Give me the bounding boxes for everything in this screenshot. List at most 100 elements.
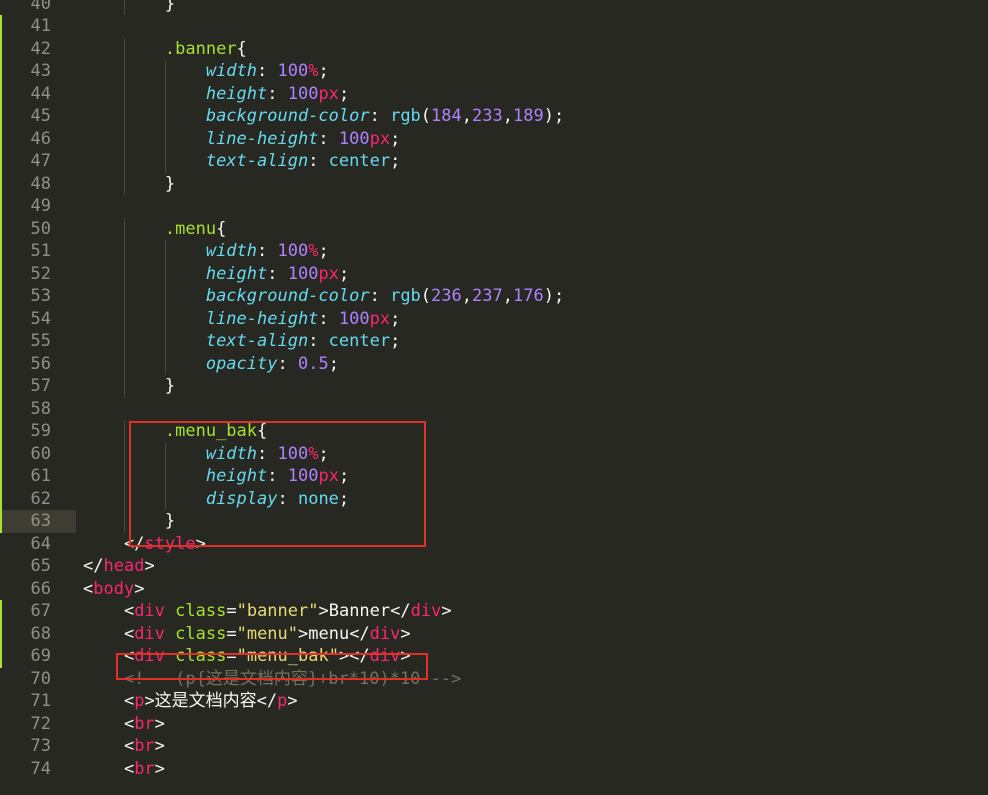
line-gutter: 74 — [0, 757, 76, 780]
line-number: 55 — [30, 331, 51, 351]
line-code: line-height: 100px; — [205, 128, 401, 149]
line-gutter: 52 — [0, 262, 76, 285]
line-number: 62 — [30, 488, 51, 509]
line-code: } — [83, 376, 176, 396]
line-number: 40 — [30, 0, 51, 14]
code-line[interactable]: 48 } — [0, 172, 988, 195]
code-line[interactable]: 52 height: 100px; — [0, 262, 988, 285]
code-line[interactable]: 50 .menu{ — [0, 217, 988, 240]
line-number: 68 — [30, 623, 51, 644]
highlight-box-menu-bak-rule — [129, 421, 426, 547]
code-line[interactable]: 73 <br> — [0, 735, 988, 758]
line-number: 49 — [30, 196, 51, 216]
line-code: opacity: 0.5; — [205, 353, 339, 374]
code-line[interactable]: 58 — [0, 397, 988, 420]
line-gutter: 42 — [0, 37, 76, 60]
line-gutter: 51 — [0, 240, 76, 263]
line-code: } — [83, 0, 176, 14]
code-line[interactable]: 72 <br> — [0, 712, 988, 735]
line-gutter: 48 — [0, 172, 76, 195]
line-code: height: 100px; — [205, 263, 350, 284]
line-gutter: 63 — [0, 510, 76, 533]
line-gutter: 54 — [0, 307, 76, 330]
line-code: <div class="menu">menu</div> — [83, 623, 411, 644]
line-gutter: 53 — [0, 285, 76, 308]
line-code: text-align: center; — [205, 151, 401, 171]
line-number: 67 — [30, 601, 51, 621]
line-number: 73 — [30, 736, 51, 756]
code-line[interactable]: 55 text-align: center; — [0, 330, 988, 353]
code-line[interactable]: 54 line-height: 100px; — [0, 307, 988, 330]
line-code: </head> — [83, 556, 155, 576]
line-gutter: 70 — [0, 667, 76, 690]
line-code: .menu{ — [164, 218, 227, 239]
line-gutter: 66 — [0, 577, 76, 600]
line-gutter: 43 — [0, 60, 76, 83]
code-line[interactable]: 65 </head> — [0, 555, 988, 578]
line-code: line-height: 100px; — [205, 308, 401, 329]
line-code: height: 100px; — [205, 83, 350, 104]
line-number: 47 — [30, 151, 51, 171]
line-number: 58 — [30, 398, 51, 419]
line-number: 74 — [30, 758, 51, 779]
code-line[interactable]: 45 background-color: rgb(184,233,189); — [0, 105, 988, 128]
line-number: 42 — [30, 38, 51, 59]
line-gutter: 46 — [0, 127, 76, 150]
code-line[interactable]: 41 — [0, 15, 988, 38]
line-number: 66 — [30, 578, 51, 599]
code-line[interactable]: 56 opacity: 0.5; — [0, 352, 988, 375]
line-gutter: 69 — [0, 645, 76, 668]
code-line[interactable]: 51 width: 100%; — [0, 240, 988, 263]
code-line[interactable]: 68 <div class="menu">menu</div> — [0, 622, 988, 645]
line-code: <div class="banner">Banner</div> — [83, 601, 452, 621]
line-number: 71 — [30, 691, 51, 711]
line-number: 48 — [30, 173, 51, 194]
code-line[interactable]: 42 .banner{ — [0, 37, 988, 60]
code-line[interactable]: 57 } — [0, 375, 988, 398]
code-line[interactable]: 67 <div class="banner">Banner</div> — [0, 600, 988, 623]
code-line[interactable]: 46 line-height: 100px; — [0, 127, 988, 150]
code-line[interactable]: 71 <p>这是文档内容</p> — [0, 690, 988, 713]
line-number: 72 — [30, 713, 51, 734]
line-gutter: 58 — [0, 397, 76, 420]
line-gutter: 57 — [0, 375, 76, 398]
code-line[interactable]: 53 background-color: rgb(236,237,176); — [0, 285, 988, 308]
code-line[interactable]: 49 — [0, 195, 988, 218]
line-gutter: 40 — [0, 0, 76, 15]
line-code: .banner{ — [164, 38, 247, 59]
line-code: background-color: rgb(184,233,189); — [205, 106, 565, 126]
code-line[interactable]: 66 <body> — [0, 577, 988, 600]
line-gutter: 61 — [0, 465, 76, 488]
line-number: 53 — [30, 286, 51, 306]
line-gutter: 67 — [0, 600, 76, 623]
line-gutter: 45 — [0, 105, 76, 128]
line-number: 65 — [30, 556, 51, 576]
line-number: 60 — [30, 443, 51, 464]
line-number: 45 — [30, 106, 51, 126]
code-line[interactable]: 47 text-align: center; — [0, 150, 988, 173]
line-number: 63 — [30, 511, 51, 531]
line-code: <br> — [83, 758, 165, 779]
line-number: 43 — [30, 61, 51, 81]
line-number: 64 — [30, 533, 51, 554]
line-code: <body> — [83, 578, 145, 599]
line-gutter: 47 — [0, 150, 76, 173]
code-line[interactable]: 74 <br> — [0, 757, 988, 780]
line-gutter: 73 — [0, 735, 76, 758]
line-gutter: 55 — [0, 330, 76, 353]
line-number: 44 — [30, 83, 51, 104]
line-gutter: 65 — [0, 555, 76, 578]
line-gutter: 44 — [0, 82, 76, 105]
line-gutter: 59 — [0, 420, 76, 443]
line-number: 50 — [30, 218, 51, 239]
code-line[interactable]: 44 height: 100px; — [0, 82, 988, 105]
line-gutter: 72 — [0, 712, 76, 735]
line-gutter: 49 — [0, 195, 76, 218]
line-number: 46 — [30, 128, 51, 149]
line-number: 56 — [30, 353, 51, 374]
line-number: 54 — [30, 308, 51, 329]
line-number: 69 — [30, 646, 51, 666]
line-gutter: 60 — [0, 442, 76, 465]
code-line[interactable]: 43 width: 100%; — [0, 60, 988, 83]
code-line[interactable]: 40 } — [0, 0, 988, 15]
